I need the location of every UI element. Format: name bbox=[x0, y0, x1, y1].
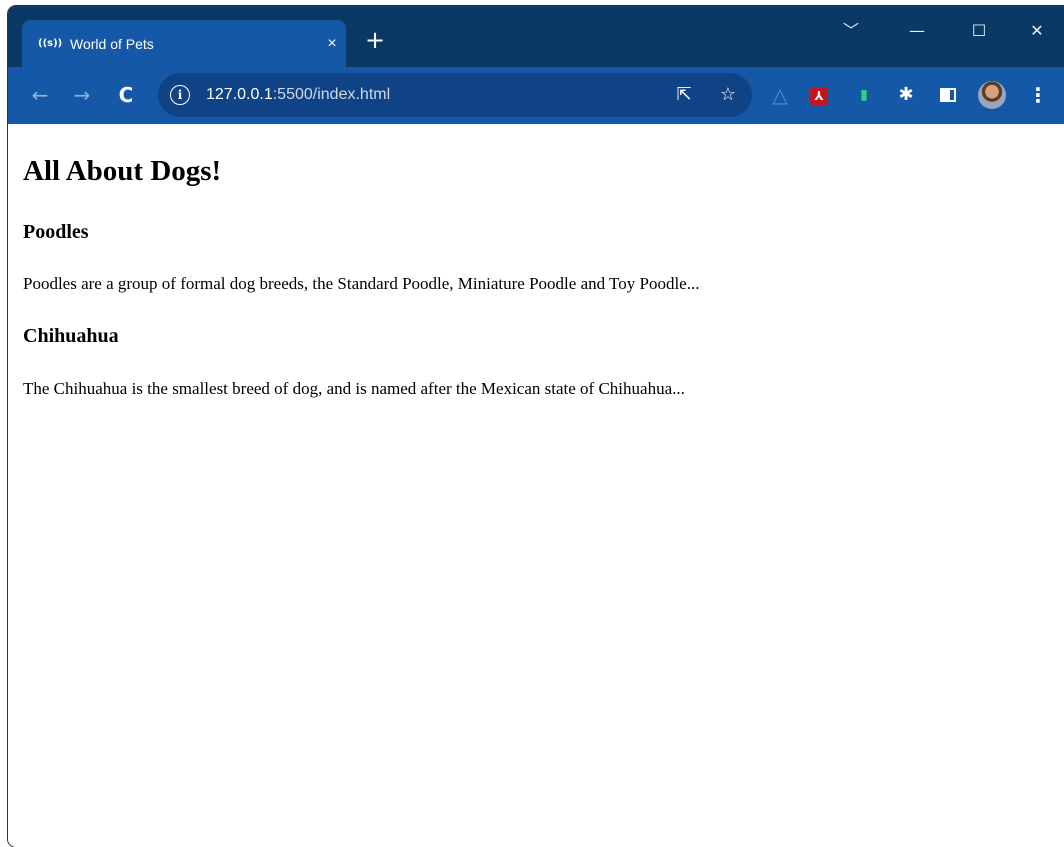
forward-button[interactable]: → bbox=[68, 81, 96, 109]
drive-extension-icon[interactable]: △ bbox=[770, 85, 790, 105]
section-title-poodles: Poodles bbox=[23, 221, 89, 243]
address-bar[interactable]: i 127.0.0.1:5500/index.html ⇱ ☆ bbox=[158, 73, 752, 117]
reload-button[interactable]: C bbox=[112, 81, 140, 109]
browser-toolbar: ← → C i 127.0.0.1:5500/index.html ⇱ ☆ △ … bbox=[8, 67, 1064, 124]
page-title: All About Dogs! bbox=[23, 155, 222, 187]
share-icon[interactable]: ⇱ bbox=[672, 83, 696, 107]
active-tab[interactable]: ((s)) World of Pets × bbox=[22, 20, 346, 67]
url-text[interactable]: 127.0.0.1:5500/index.html bbox=[206, 85, 390, 105]
tab-search-chevron-icon[interactable]: ﹀ bbox=[828, 16, 874, 46]
profile-avatar[interactable] bbox=[978, 81, 1006, 109]
close-window-button[interactable]: ✕ bbox=[1014, 16, 1060, 46]
title-bar: ((s)) World of Pets × + ﹀ — ☐ ✕ bbox=[8, 6, 1064, 67]
section-text-chihuahua: The Chihuahua is the smallest breed of d… bbox=[23, 379, 685, 398]
pdf-extension-icon[interactable]: ⅄ bbox=[810, 87, 828, 105]
maximize-button[interactable]: ☐ bbox=[956, 16, 1002, 46]
green-extension-icon[interactable]: ▮ bbox=[854, 85, 874, 105]
section-title-chihuahua: Chihuahua bbox=[23, 325, 119, 347]
tab-title: World of Pets bbox=[70, 36, 154, 52]
side-panel-icon[interactable] bbox=[938, 85, 958, 105]
broadcast-icon: ((s)) bbox=[38, 38, 63, 49]
url-path: :5500/index.html bbox=[272, 86, 391, 103]
browser-window: ((s)) World of Pets × + ﹀ — ☐ ✕ ← → C i … bbox=[8, 6, 1064, 847]
tab-close-icon[interactable]: × bbox=[322, 34, 342, 54]
page-content: All About Dogs! Poodles Poodles are a gr… bbox=[8, 124, 1064, 847]
browser-menu-icon[interactable]: ⋮ bbox=[1028, 81, 1048, 109]
site-info-icon[interactable]: i bbox=[170, 85, 190, 105]
bookmark-star-icon[interactable]: ☆ bbox=[716, 83, 740, 107]
minimize-button[interactable]: — bbox=[894, 16, 940, 46]
back-button[interactable]: ← bbox=[26, 81, 54, 109]
section-text-poodles: Poodles are a group of formal dog breeds… bbox=[23, 274, 700, 293]
extensions-puzzle-icon[interactable]: ✱ bbox=[896, 85, 916, 105]
new-tab-button[interactable]: + bbox=[362, 27, 388, 53]
url-host: 127.0.0.1 bbox=[206, 86, 273, 103]
